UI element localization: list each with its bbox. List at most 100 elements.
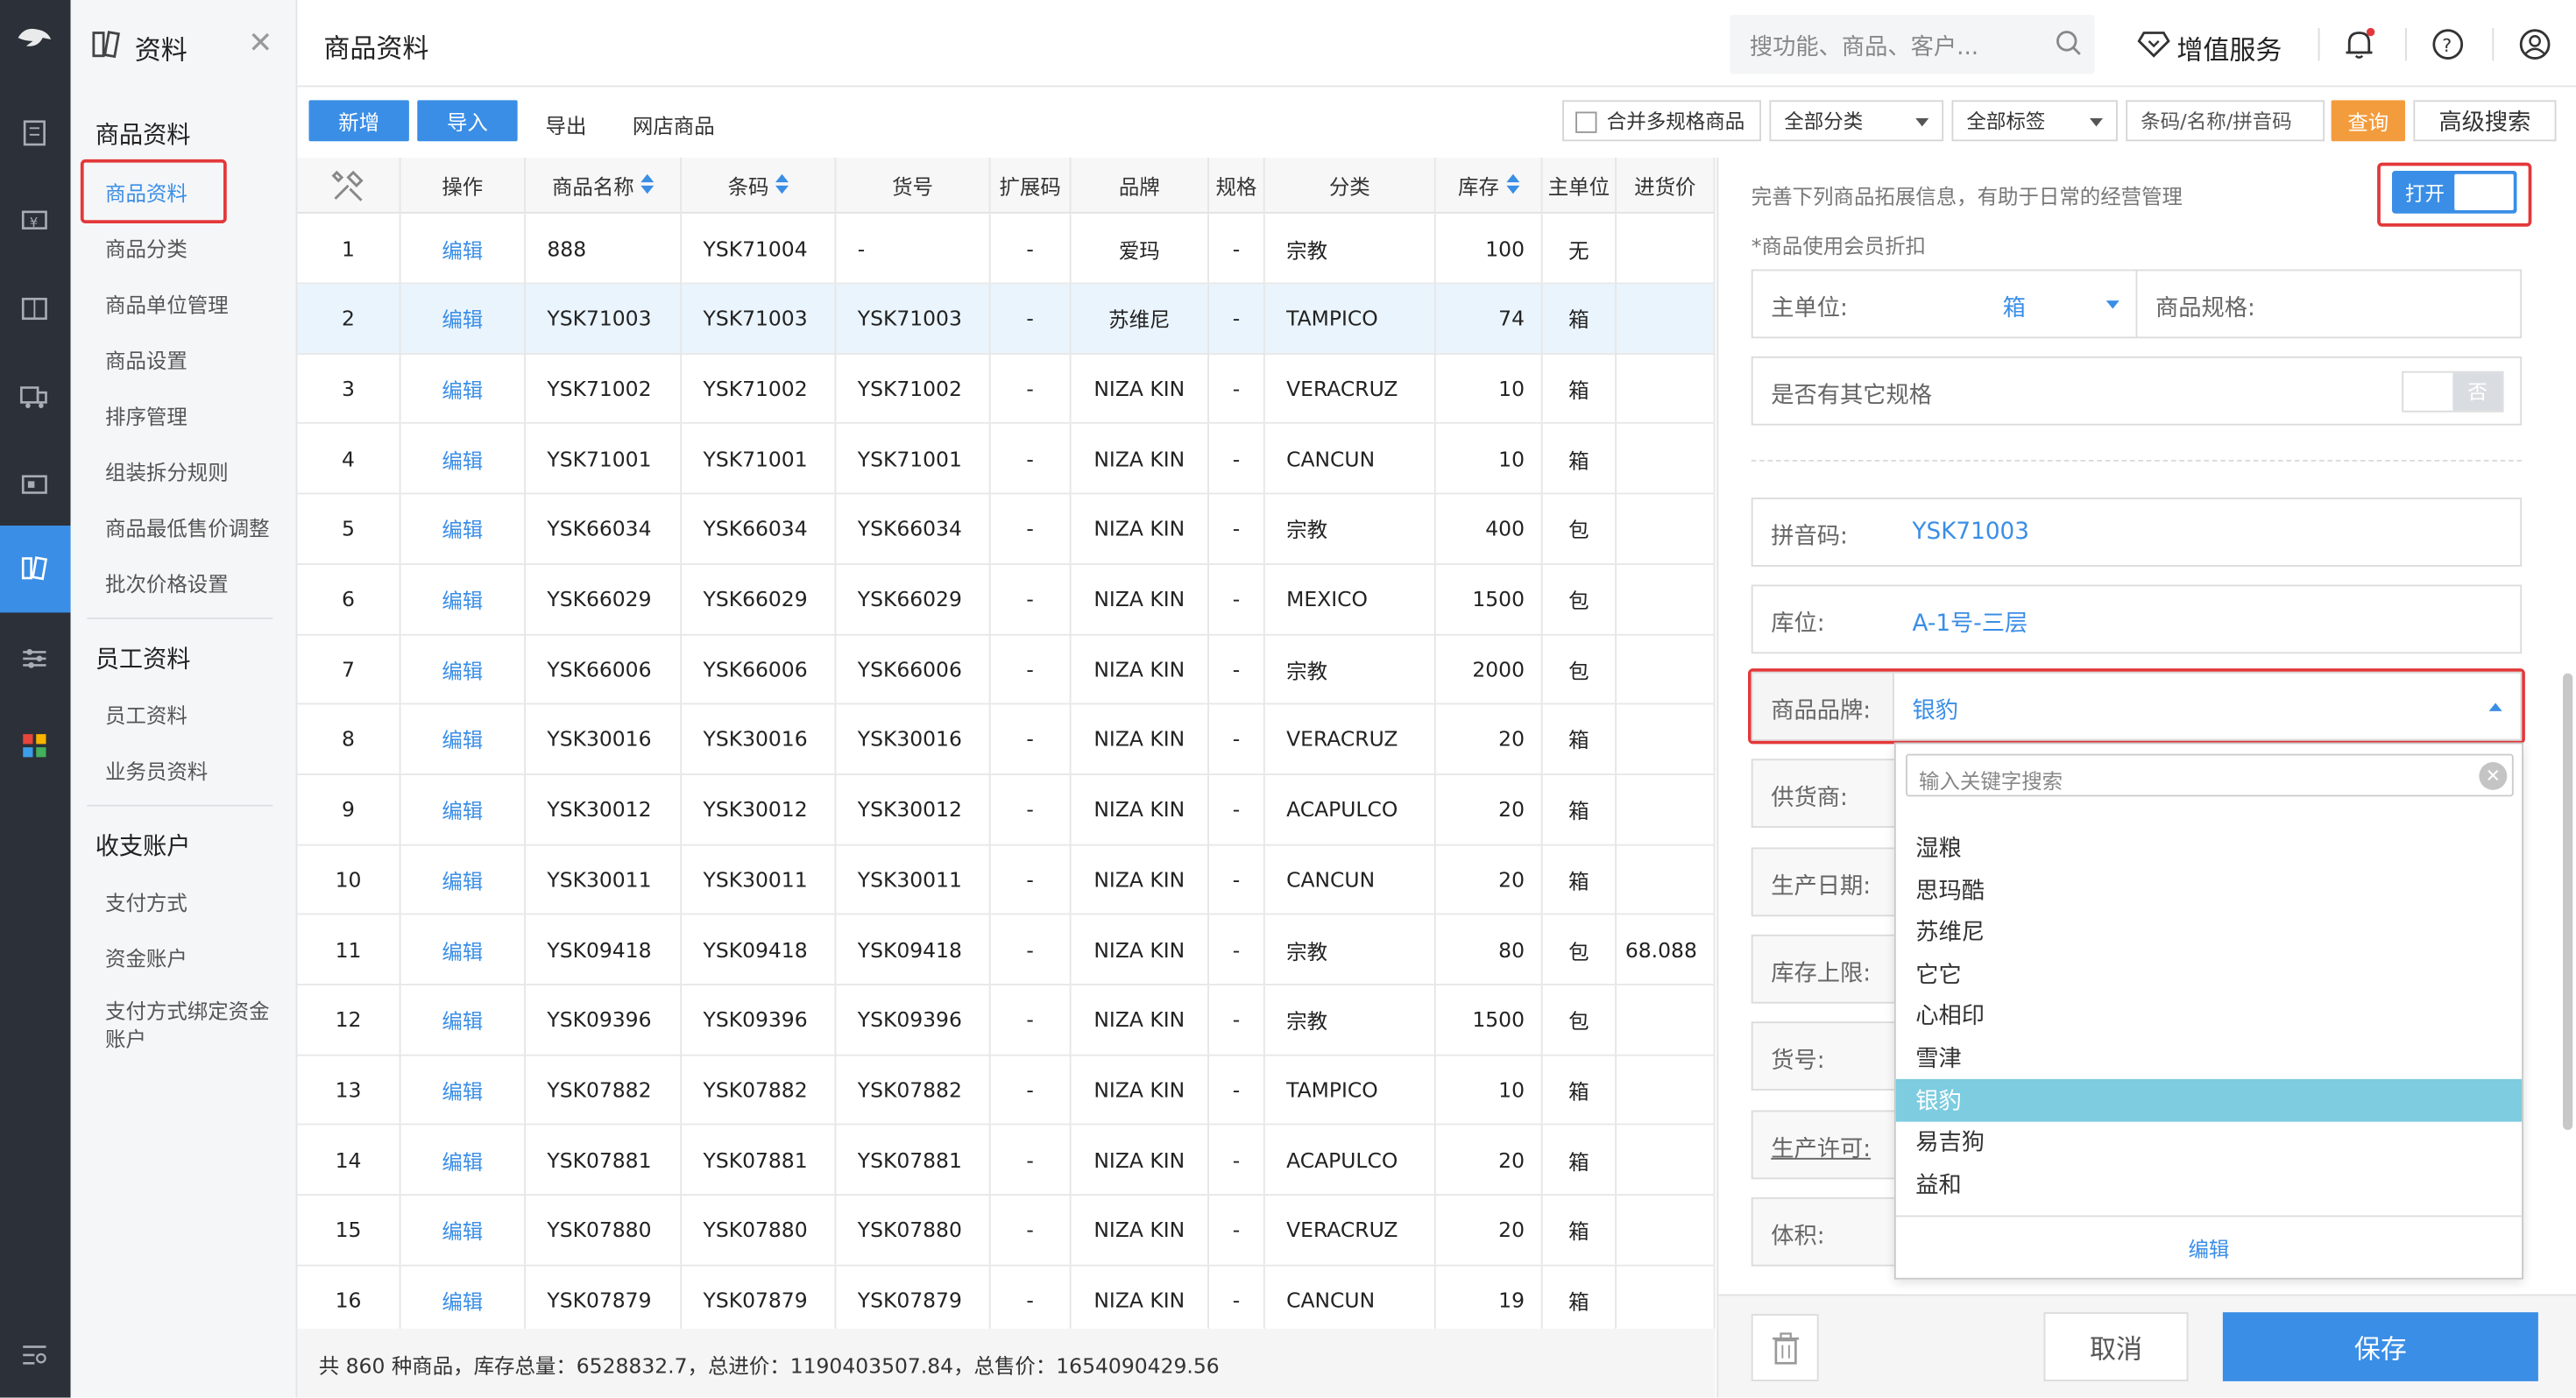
bell-icon[interactable] <box>2341 26 2377 62</box>
edit-link[interactable]: 编辑 <box>401 634 526 703</box>
sort-icon[interactable] <box>640 173 655 195</box>
edit-link[interactable]: 编辑 <box>401 914 526 985</box>
collapse-menu-icon[interactable] <box>18 1338 52 1372</box>
table-row[interactable]: 12 编辑 YSK09396 YSK09396 YSK09396- NIZA KIN - 宗教… <box>297 985 1716 1056</box>
brand-option[interactable]: 益和 <box>1896 1162 2522 1205</box>
brand-option[interactable]: 雪津 <box>1896 1036 2522 1079</box>
export-button[interactable]: 导出 <box>546 109 587 140</box>
location-field[interactable]: 库位: A-1号-三层 <box>1751 584 2523 654</box>
edit-link[interactable]: 编辑 <box>401 564 526 633</box>
panel-scrollbar[interactable] <box>2563 673 2573 1130</box>
sort-icon[interactable] <box>1505 173 1519 195</box>
table-row[interactable]: 6 编辑 YSK66029 YSK66029 YSK66029- NIZA KIN - MEX… <box>297 564 1716 635</box>
tag-select[interactable]: 全部标签 <box>1951 100 2118 142</box>
brand-field[interactable]: 商品品牌: 银豹 <box>1751 671 2523 741</box>
save-button[interactable]: 保存 <box>2222 1312 2538 1381</box>
add-button[interactable]: 新增 <box>308 100 409 142</box>
edit-link[interactable]: 编辑 <box>401 704 526 773</box>
brand-option[interactable]: 银豹 <box>1895 1078 2523 1121</box>
delivery-icon[interactable] <box>18 379 52 413</box>
advanced-search-button[interactable]: 高级搜索 <box>2413 100 2557 142</box>
app-logo-icon[interactable] <box>15 23 54 56</box>
table-row[interactable]: 14 编辑 YSK07881 YSK07881 YSK07881- NIZA KIN - AC… <box>297 1125 1716 1197</box>
delete-button[interactable] <box>1751 1314 1819 1381</box>
table-row[interactable]: 11 编辑 YSK09418 YSK09418 YSK09418- NIZA KIN - 宗教… <box>297 914 1716 985</box>
sidebar-item-fund-accounts[interactable]: 资金账户 <box>105 941 188 972</box>
table-row[interactable]: 1 编辑 888 YSK71004- - 爱玛 - 宗教 100 无 <box>297 213 1716 285</box>
edit-link[interactable]: 编辑 <box>401 1125 526 1195</box>
edit-link[interactable]: 编辑 <box>401 1055 526 1125</box>
inventory-icon[interactable] <box>18 293 52 326</box>
table-row[interactable]: 10 编辑 YSK30011 YSK30011 YSK30011- NIZA KIN - CA… <box>297 844 1716 915</box>
edit-link[interactable]: 编辑 <box>401 353 526 423</box>
table-row[interactable]: 8 编辑 YSK30016 YSK30016 YSK30016- NIZA KIN - VER… <box>297 704 1716 775</box>
vip-service-link[interactable]: 增值服务 <box>2176 28 2282 67</box>
merge-spec-checkbox[interactable] <box>1575 111 1597 133</box>
cashier-icon[interactable]: ¥ <box>18 204 52 237</box>
brand-edit-link[interactable]: 编辑 <box>1895 1215 2523 1278</box>
edit-link[interactable]: 编辑 <box>401 774 526 844</box>
extended-info-toggle[interactable]: 打开 <box>2392 171 2517 214</box>
apps-grid-icon[interactable] <box>18 730 52 763</box>
brand-option[interactable]: 思玛酷 <box>1896 868 2522 911</box>
edit-link[interactable]: 编辑 <box>401 1265 526 1329</box>
edit-link[interactable]: 编辑 <box>401 844 526 914</box>
brand-option[interactable]: 心相印 <box>1896 994 2522 1037</box>
column-settings-icon[interactable] <box>297 158 401 214</box>
edit-link[interactable]: 编辑 <box>401 493 526 563</box>
column-header[interactable]: 库存 <box>1435 158 1543 214</box>
column-header[interactable]: 条码 <box>682 158 837 214</box>
member-card-icon[interactable] <box>18 468 52 501</box>
brand-option[interactable]: 易吉狗 <box>1896 1120 2522 1163</box>
sidebar-item-payment-methods[interactable]: 支付方式 <box>105 886 188 917</box>
table-row[interactable]: 15 编辑 YSK07880 YSK07880 YSK07880- NIZA KIN - VE… <box>297 1195 1716 1267</box>
category-select[interactable]: 全部分类 <box>1769 100 1944 142</box>
sidebar-item-employee[interactable]: 员工资料 <box>105 698 188 730</box>
table-row[interactable]: 5 编辑 YSK66034 YSK66034 YSK66034- NIZA KIN - 宗教 4… <box>297 493 1716 565</box>
global-search-input[interactable]: 搜功能、商品、客户... <box>1750 30 1978 63</box>
query-button[interactable]: 查询 <box>2331 100 2405 142</box>
sidebar-item-category[interactable]: 商品分类 <box>105 231 188 263</box>
keyword-search-input[interactable]: 条码/名称/拼音码 <box>2126 100 2325 142</box>
edit-link[interactable]: 编辑 <box>401 985 526 1055</box>
sidebar-item-bind-accounts[interactable]: 支付方式绑定资金账户 <box>105 997 286 1053</box>
global-search-box[interactable]: 搜功能、商品、客户... <box>1730 14 2095 74</box>
table-row[interactable]: 4 编辑 YSK71001 YSK71001 YSK71001- NIZA KIN - CAN… <box>297 423 1716 495</box>
other-spec-toggle[interactable]: 否 <box>2402 371 2504 413</box>
spec-field[interactable]: 商品规格: <box>2135 269 2523 339</box>
search-icon[interactable] <box>2056 30 2082 63</box>
settings-sliders-icon[interactable] <box>18 642 52 675</box>
edit-link[interactable]: 编辑 <box>401 213 526 283</box>
table-row[interactable]: 9 编辑 YSK30012 YSK30012 YSK30012- NIZA KIN - ACA… <box>297 774 1716 845</box>
document-icon[interactable] <box>18 116 52 150</box>
sidebar-item-batch-price[interactable]: 批次价格设置 <box>105 567 229 598</box>
product-data-icon[interactable] <box>18 552 52 585</box>
unit-field[interactable]: 主单位: 箱 <box>1751 269 2138 339</box>
brand-option[interactable]: 苏维尼 <box>1896 910 2522 953</box>
sidebar-item-sorting[interactable]: 排序管理 <box>105 399 188 431</box>
brand-option[interactable]: 湿粮 <box>1896 826 2522 869</box>
brand-option[interactable]: 它它 <box>1896 952 2522 995</box>
sidebar-item-units[interactable]: 商品单位管理 <box>105 287 229 319</box>
sort-icon[interactable] <box>775 173 789 195</box>
sidebar-item-salesperson[interactable]: 业务员资料 <box>105 754 208 786</box>
import-button[interactable]: 导入 <box>417 100 518 142</box>
column-header[interactable]: 商品名称 <box>526 158 683 214</box>
license-label[interactable]: 生产许可: <box>1771 1132 1871 1165</box>
clear-icon[interactable]: ✕ <box>2479 762 2508 790</box>
pinyin-field[interactable]: 拼音码: YSK71003 <box>1751 498 2523 567</box>
table-row[interactable]: 7 编辑 YSK66006 YSK66006 YSK66006- NIZA KIN - 宗教 2… <box>297 634 1716 705</box>
edit-link[interactable]: 编辑 <box>401 423 526 493</box>
edit-link[interactable]: 编辑 <box>401 283 526 353</box>
sidebar-item-min-price[interactable]: 商品最低售价调整 <box>105 511 270 542</box>
table-row[interactable]: 2 编辑 YSK71003 YSK71003 YSK71003- 苏维尼 - TAMPICO 7… <box>297 283 1716 355</box>
help-icon[interactable]: ? <box>2430 26 2466 62</box>
user-avatar-icon[interactable] <box>2517 26 2553 62</box>
sidebar-item-assembly-rules[interactable]: 组装拆分规则 <box>105 455 229 486</box>
diamond-icon[interactable] <box>2136 26 2172 62</box>
table-row[interactable]: 13 编辑 YSK07882 YSK07882 YSK07882- NIZA KIN - TA… <box>297 1055 1716 1126</box>
shop-goods-button[interactable]: 网店商品 <box>633 109 715 140</box>
merge-spec-checkbox-wrap[interactable]: 合并多规格商品 <box>1562 100 1761 142</box>
cancel-button[interactable]: 取消 <box>2043 1312 2189 1381</box>
table-row[interactable]: 16 编辑 YSK07879 YSK07879 YSK07879- NIZA KIN - CA… <box>297 1265 1716 1329</box>
